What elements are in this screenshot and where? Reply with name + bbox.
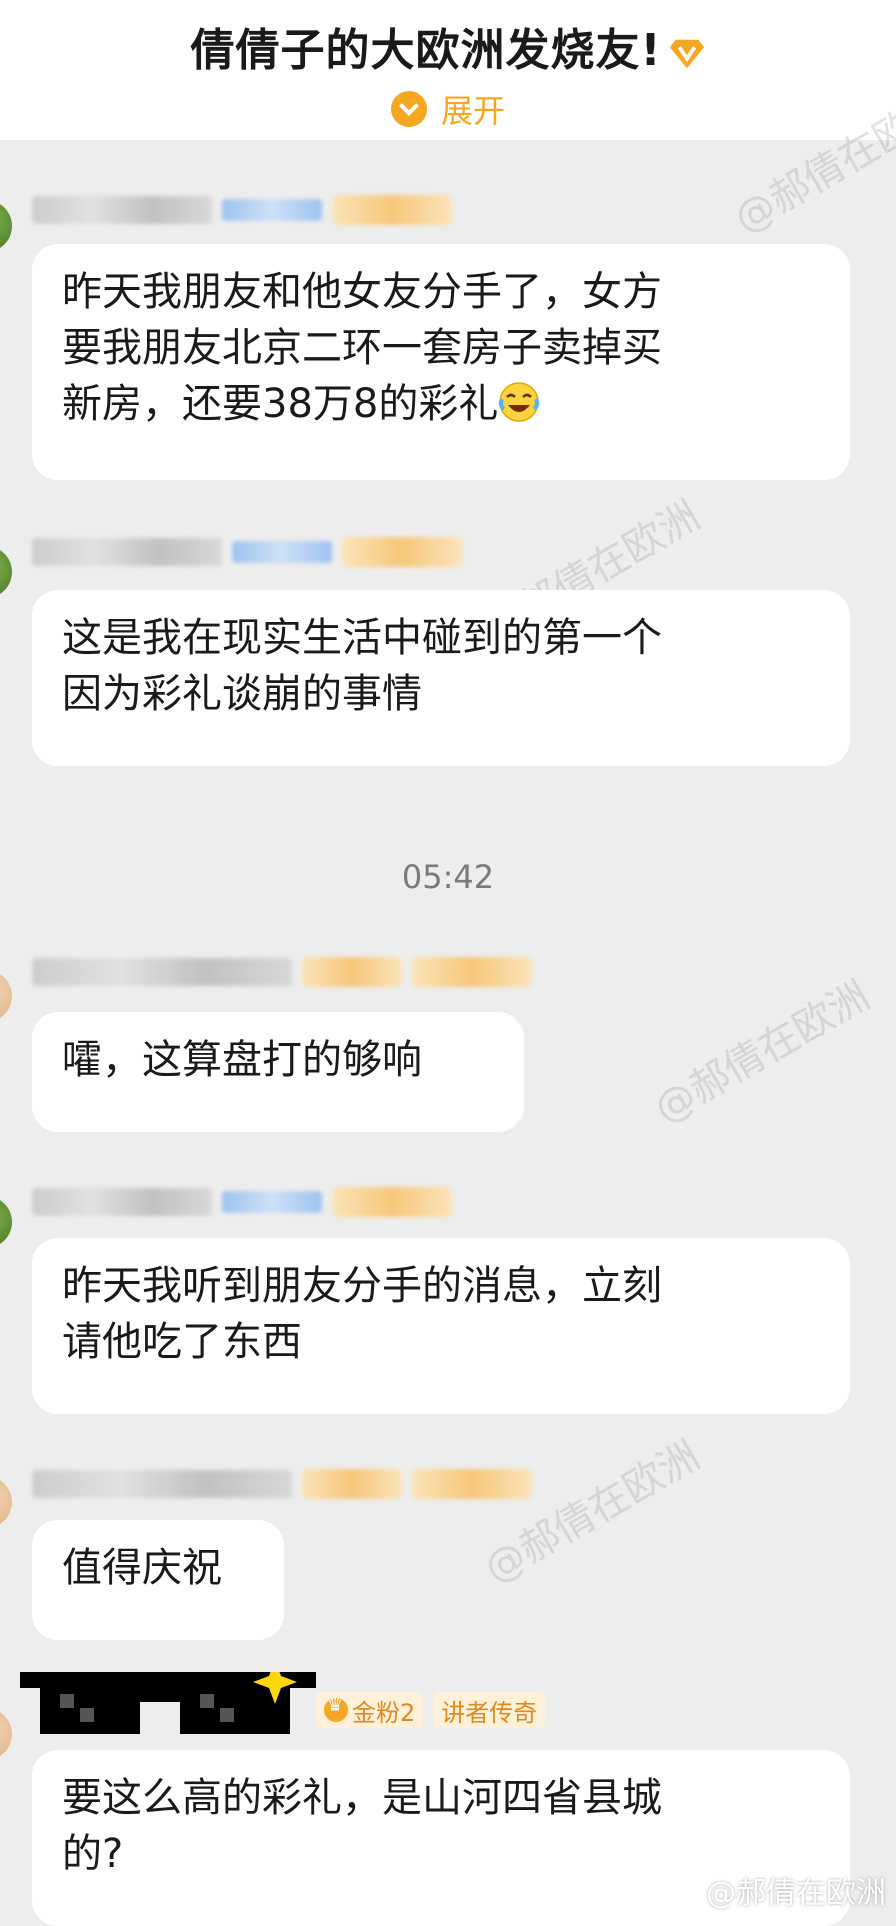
message-bubble[interactable]: 值得庆祝 [32, 1520, 284, 1640]
fan-level-text: 金粉2 [352, 1698, 416, 1727]
laughing-crying-face-icon [499, 382, 540, 422]
message-text: 要这么高的彩礼，是山河四省县城 的? [62, 1775, 662, 1877]
crown-icon [324, 1695, 348, 1722]
avatar[interactable] [0, 1476, 12, 1528]
chevron-down-circle-icon [390, 91, 427, 127]
message-bubble[interactable]: 昨天我听到朋友分手的消息，立刻 请他吃了东西 [32, 1238, 850, 1414]
avatar[interactable] [0, 1196, 12, 1248]
expand-button[interactable]: 展开 [0, 86, 896, 132]
group-title: 倩倩子的大欧洲发烧友! [0, 14, 896, 78]
message-text: 嚯，这算盘打的够响 [62, 1037, 422, 1083]
title-badge-text: 讲者传奇 [441, 1698, 538, 1727]
sender-info-blurred [32, 1466, 532, 1502]
vip-v-badge-icon [669, 39, 704, 69]
footer-watermark-text: @郝倩在欧洲 [706, 1876, 886, 1911]
weibo-logo-icon [672, 1884, 702, 1907]
sender-info-blurred [32, 192, 452, 228]
sender-badges: 金粉2 讲者传奇 [316, 1692, 546, 1728]
avatar[interactable] [0, 546, 12, 598]
title-badge: 讲者传奇 [433, 1692, 546, 1728]
avatar[interactable] [0, 200, 12, 252]
message-text: 昨天我朋友和他女友分手了，女方 要我朋友北京二环一套房子卖掉买 新房，还要38万… [62, 269, 662, 427]
pixel-sunglasses-icon [20, 1672, 316, 1734]
fan-level-badge: 金粉2 [316, 1692, 424, 1728]
group-title-text: 倩倩子的大欧洲发烧友! [190, 25, 662, 76]
sender-info-blurred [32, 1184, 452, 1220]
group-chat-header: 倩倩子的大欧洲发烧友! 展开 [0, 0, 896, 140]
expand-label: 展开 [440, 92, 505, 130]
sender-info-blurred [32, 954, 532, 990]
chat-timestamp: 05:42 [401, 858, 495, 896]
message-bubble[interactable]: 嚯，这算盘打的够响 [32, 1012, 524, 1132]
message-bubble[interactable]: 这是我在现实生活中碰到的第一个 因为彩礼谈崩的事情 [32, 590, 850, 766]
message-text: 这是我在现实生活中碰到的第一个 因为彩礼谈崩的事情 [62, 615, 662, 717]
sender-info-blurred [32, 534, 462, 570]
message-text: 昨天我听到朋友分手的消息，立刻 请他吃了东西 [62, 1263, 662, 1365]
message-bubble[interactable]: 昨天我朋友和他女友分手了，女方 要我朋友北京二环一套房子卖掉买 新房，还要38万… [32, 244, 850, 480]
avatar[interactable] [0, 970, 12, 1022]
watermark: @郝倩在欧洲 [476, 1432, 708, 1593]
footer-watermark: @郝倩在欧洲 [672, 1868, 886, 1912]
watermark: @郝倩在欧洲 [646, 972, 878, 1133]
avatar[interactable] [0, 1708, 12, 1760]
message-text: 值得庆祝 [62, 1545, 222, 1591]
